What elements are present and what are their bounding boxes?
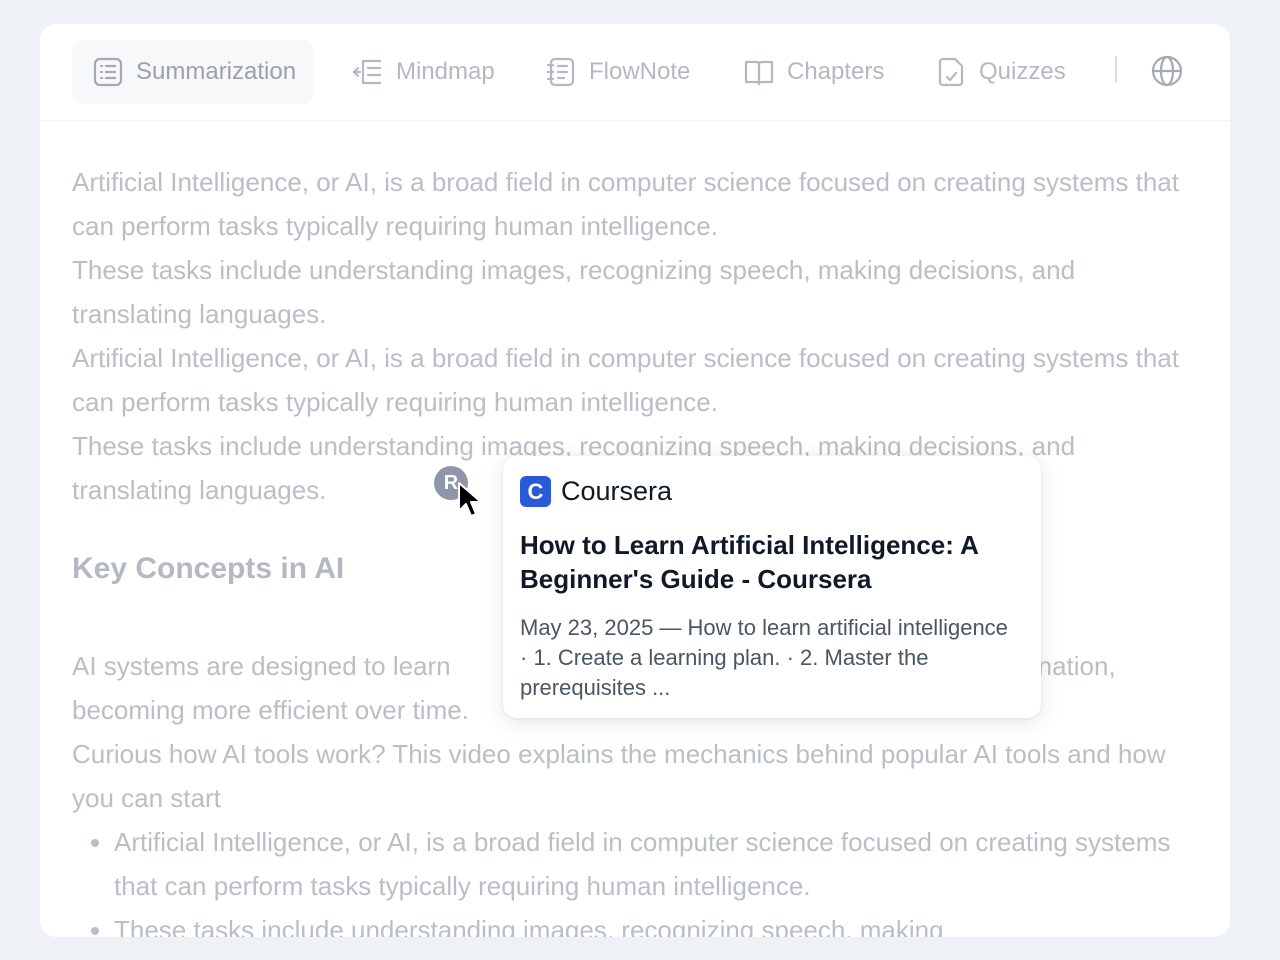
- paragraph-end: nation,: [1037, 651, 1116, 681]
- tab-mindmap[interactable]: Mindmap: [352, 40, 495, 104]
- bullet-list: Artificial Intelligence, or AI, is a bro…: [72, 820, 1192, 937]
- paragraph: Artificial Intelligence, or AI, is a bro…: [72, 343, 1179, 417]
- tab-label: FlowNote: [589, 58, 691, 85]
- source-title-link[interactable]: How to Learn Artificial Intelligence: A …: [520, 528, 1030, 596]
- tab-label: Quizzes: [979, 58, 1066, 85]
- coursera-logo-icon: C: [520, 476, 551, 507]
- tab-chapters[interactable]: Chapters: [743, 40, 884, 104]
- tab-label: Mindmap: [396, 58, 495, 85]
- tab-summarization[interactable]: Summarization: [72, 40, 314, 104]
- globe-icon[interactable]: [1150, 54, 1184, 88]
- paragraph: These tasks include understanding images…: [72, 255, 1076, 329]
- source-header: C Coursera: [520, 476, 672, 507]
- list-item: Artificial Intelligence, or AI, is a bro…: [114, 820, 1192, 908]
- paragraph: Curious how AI tools work? This video ex…: [72, 739, 1166, 813]
- tab-overflow-divider: [1115, 56, 1117, 82]
- tab-label: Chapters: [787, 58, 885, 85]
- note-icon: [546, 57, 575, 87]
- source-name: Coursera: [561, 476, 673, 506]
- mindmap-icon: [352, 59, 382, 85]
- tab-bar: Summarization Mindmap FlowNote Chapters …: [40, 24, 1230, 121]
- tab-label: Summarization: [136, 58, 297, 85]
- source-preview-popup[interactable]: C Coursera How to Learn Artificial Intel…: [503, 456, 1041, 718]
- paragraph: Artificial Intelligence, or AI, is a bro…: [72, 167, 1179, 241]
- tab-flownote[interactable]: FlowNote: [545, 40, 690, 104]
- list-icon: [93, 57, 123, 87]
- mouse-cursor-icon: [458, 482, 482, 517]
- book-icon: [744, 60, 774, 86]
- section-heading: Key Concepts in AI: [72, 552, 345, 585]
- tab-quizzes[interactable]: Quizzes: [935, 40, 1066, 104]
- paragraph-start: AI systems are designed to learn: [72, 651, 451, 681]
- source-snippet: May 23, 2025 — How to learn artificial i…: [520, 615, 1008, 700]
- list-item: These tasks include understanding images…: [114, 908, 1192, 937]
- quiz-icon: [938, 57, 964, 87]
